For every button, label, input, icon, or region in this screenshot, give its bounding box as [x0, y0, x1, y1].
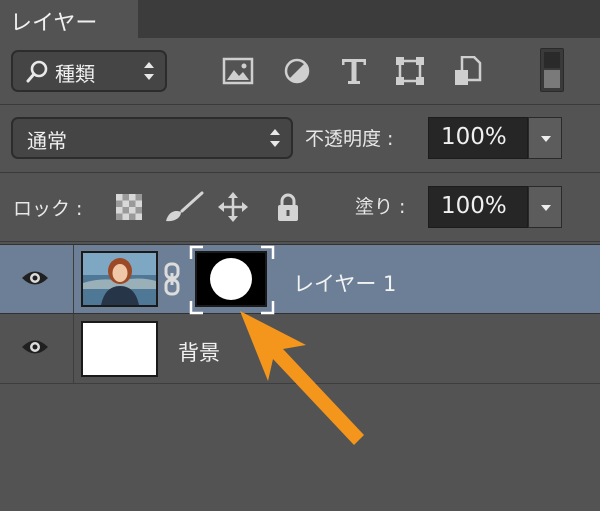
fill-input[interactable]: 100% — [428, 186, 528, 228]
portrait-thumbnail-image — [83, 253, 156, 305]
lock-transparent-pixels-icon[interactable] — [113, 191, 145, 223]
filter-toggle-switch[interactable] — [540, 48, 564, 92]
lock-position-icon[interactable] — [217, 191, 249, 223]
visibility-toggle[interactable] — [0, 245, 74, 313]
chain-link-icon[interactable] — [163, 262, 181, 296]
filter-kind-label: 種類 — [55, 62, 95, 86]
layer-row-layer-1[interactable]: レイヤー 1 — [0, 244, 600, 315]
layer-name: 背景 — [178, 341, 220, 365]
divider — [0, 241, 600, 242]
chevron-down-icon — [541, 136, 551, 142]
blend-mode-select[interactable]: 通常 — [11, 117, 293, 159]
layers-tab[interactable]: レイヤー — [0, 0, 138, 38]
shape-filter-icon[interactable] — [394, 56, 426, 86]
fill-label: 塗り : — [355, 196, 406, 218]
visibility-toggle[interactable] — [0, 314, 74, 384]
eye-icon — [22, 271, 48, 285]
layer-thumbnail[interactable] — [81, 251, 158, 307]
opacity-label: 不透明度 : — [305, 128, 394, 150]
chevron-down-icon — [541, 205, 551, 211]
blend-mode-label: 通常 — [27, 129, 67, 153]
eye-icon — [22, 340, 48, 354]
layer-name: レイヤー 1 — [293, 272, 397, 296]
type-filter-icon[interactable] — [338, 56, 370, 86]
up-down-arrows-icon — [144, 62, 154, 80]
opacity-input[interactable]: 100% — [428, 117, 528, 159]
divider — [0, 172, 600, 173]
search-icon — [26, 60, 48, 83]
lock-image-pixels-icon[interactable] — [162, 191, 206, 223]
lock-all-icon[interactable] — [272, 191, 304, 223]
filter-kind-select[interactable]: 種類 — [11, 50, 167, 92]
smart-object-filter-icon[interactable] — [452, 56, 484, 86]
image-filter-icon[interactable] — [222, 56, 254, 86]
layer-thumbnail[interactable] — [81, 321, 158, 377]
panel-tab-bar: レイヤー — [0, 0, 600, 38]
divider — [0, 104, 600, 105]
opacity-dropdown-button[interactable] — [528, 117, 562, 159]
lock-label: ロック : — [13, 198, 83, 220]
up-down-arrows-icon — [270, 129, 280, 147]
adjustment-filter-icon[interactable] — [281, 56, 313, 86]
annotation-arrow — [240, 311, 364, 445]
fill-dropdown-button[interactable] — [528, 186, 562, 228]
